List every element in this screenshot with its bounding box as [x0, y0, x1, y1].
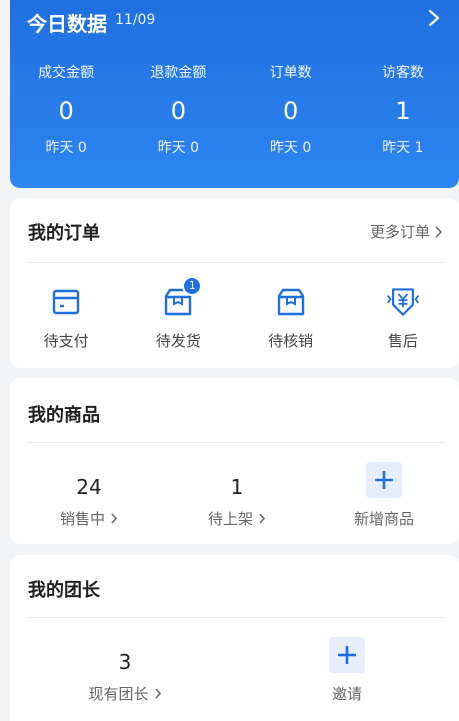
stat-yesterday: 昨天 0 [157, 140, 200, 156]
stat-label: 成交金额 [38, 65, 95, 81]
on-sale-label: 销售中 [59, 510, 105, 528]
stat-value: 0 [282, 97, 299, 125]
yuan-shield-icon [385, 284, 421, 320]
goods-pending[interactable]: 1 待上架 [192, 474, 282, 529]
stat-label: 访客数 [381, 65, 424, 81]
more-orders-link[interactable]: 更多订单 [370, 221, 443, 242]
chevron-right-icon [111, 513, 118, 524]
stat-label: 订单数 [269, 65, 312, 81]
stats-title: 今日数据 [27, 12, 107, 36]
orders-title: 我的订单 [28, 223, 100, 244]
order-pending-payment[interactable]: 待支付 [10, 284, 122, 351]
divider [28, 262, 445, 263]
stat-yesterday: 昨天 0 [45, 140, 87, 156]
box-icon [273, 284, 309, 320]
stat-value: 1 [395, 97, 411, 125]
more-orders-label: 更多订单 [369, 223, 430, 241]
orders-card: 我的订单 更多订单 待支付 1 待发货 待核销 售后 [10, 198, 459, 368]
stat-column: 成交金额 0 昨天 0 [10, 63, 122, 158]
plus-icon [329, 637, 365, 673]
leaders-title: 我的团长 [28, 580, 100, 601]
box-icon: 1 [160, 276, 203, 320]
stat-yesterday: 昨天 0 [269, 140, 312, 156]
stat-label: 退款金额 [150, 65, 207, 81]
stat-value: 0 [170, 97, 187, 125]
goods-on-sale[interactable]: 24 销售中 [44, 474, 134, 529]
add-goods-button[interactable]: 新增商品 [332, 462, 436, 529]
order-label: 售后 [387, 332, 418, 350]
divider [28, 442, 445, 443]
goods-card: 我的商品 24 销售中 1 待上架 新增商品 [10, 378, 459, 544]
pending-count: 1 [230, 475, 244, 499]
invite-label: 邀请 [331, 685, 362, 703]
leaders-count-label: 现有团长 [88, 685, 149, 703]
chevron-right-icon [435, 225, 443, 238]
current-leaders[interactable]: 3 现有团长 [70, 649, 180, 704]
add-goods-label: 新增商品 [353, 510, 414, 528]
today-stats-panel: 今日数据 11/09 成交金额 0 昨天 0 退款金额 0 昨天 0 订单数 0… [10, 0, 459, 188]
wallet-icon [48, 284, 84, 320]
chevron-right-icon[interactable] [425, 8, 443, 28]
leaders-count: 3 [118, 650, 132, 674]
order-label: 待支付 [43, 332, 89, 350]
divider [28, 617, 445, 618]
pending-label: 待上架 [207, 510, 253, 528]
order-after-sales[interactable]: 售后 [347, 284, 459, 351]
on-sale-count: 24 [76, 475, 102, 499]
stat-value: 0 [58, 97, 74, 125]
order-label: 待发货 [155, 332, 201, 350]
goods-title: 我的商品 [28, 405, 100, 426]
notification-badge: 1 [182, 276, 203, 296]
stat-column: 订单数 0 昨天 0 [235, 63, 347, 158]
invite-button[interactable]: 邀请 [302, 637, 392, 704]
order-label: 待核销 [268, 332, 314, 350]
stat-column: 访客数 1 昨天 1 [347, 63, 459, 158]
stat-yesterday: 昨天 1 [382, 140, 424, 156]
order-pending-shipment[interactable]: 1 待发货 [122, 276, 234, 351]
leaders-card: 我的团长 3 现有团长 邀请 [10, 555, 459, 721]
stats-date: 11/09 [115, 12, 156, 28]
order-pending-verification[interactable]: 待核销 [235, 284, 347, 351]
plus-icon [366, 462, 402, 498]
chevron-right-icon [154, 688, 161, 699]
chevron-right-icon [259, 513, 266, 524]
stat-column: 退款金额 0 昨天 0 [122, 63, 234, 158]
